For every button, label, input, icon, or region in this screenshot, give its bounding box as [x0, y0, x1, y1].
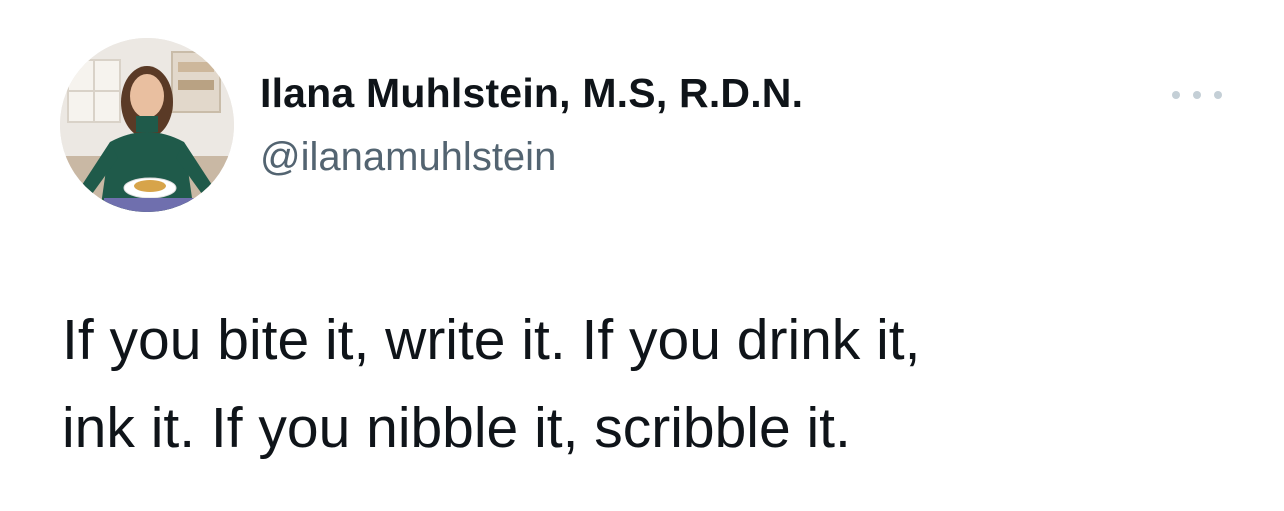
more-options-button[interactable]: [1172, 80, 1222, 110]
tweet-text: If you bite it, write it. If you drink i…: [62, 296, 1242, 472]
author-handle[interactable]: @ilanamuhlstein: [260, 135, 556, 180]
more-horizontal-icon: [1172, 91, 1180, 99]
author-display-name[interactable]: Ilana Muhlstein, M.S, R.D.N.: [260, 70, 803, 117]
avatar[interactable]: [60, 38, 234, 212]
more-horizontal-icon: [1214, 91, 1222, 99]
more-horizontal-icon: [1193, 91, 1201, 99]
profile-photo-icon: [60, 38, 234, 212]
tweet-card: Ilana Muhlstein, M.S, R.D.N. @ilanamuhls…: [0, 0, 1284, 511]
tweet-text-line: ink it. If you nibble it, scribble it.: [62, 396, 851, 460]
tweet-text-line: If you bite it, write it. If you drink i…: [62, 308, 921, 372]
